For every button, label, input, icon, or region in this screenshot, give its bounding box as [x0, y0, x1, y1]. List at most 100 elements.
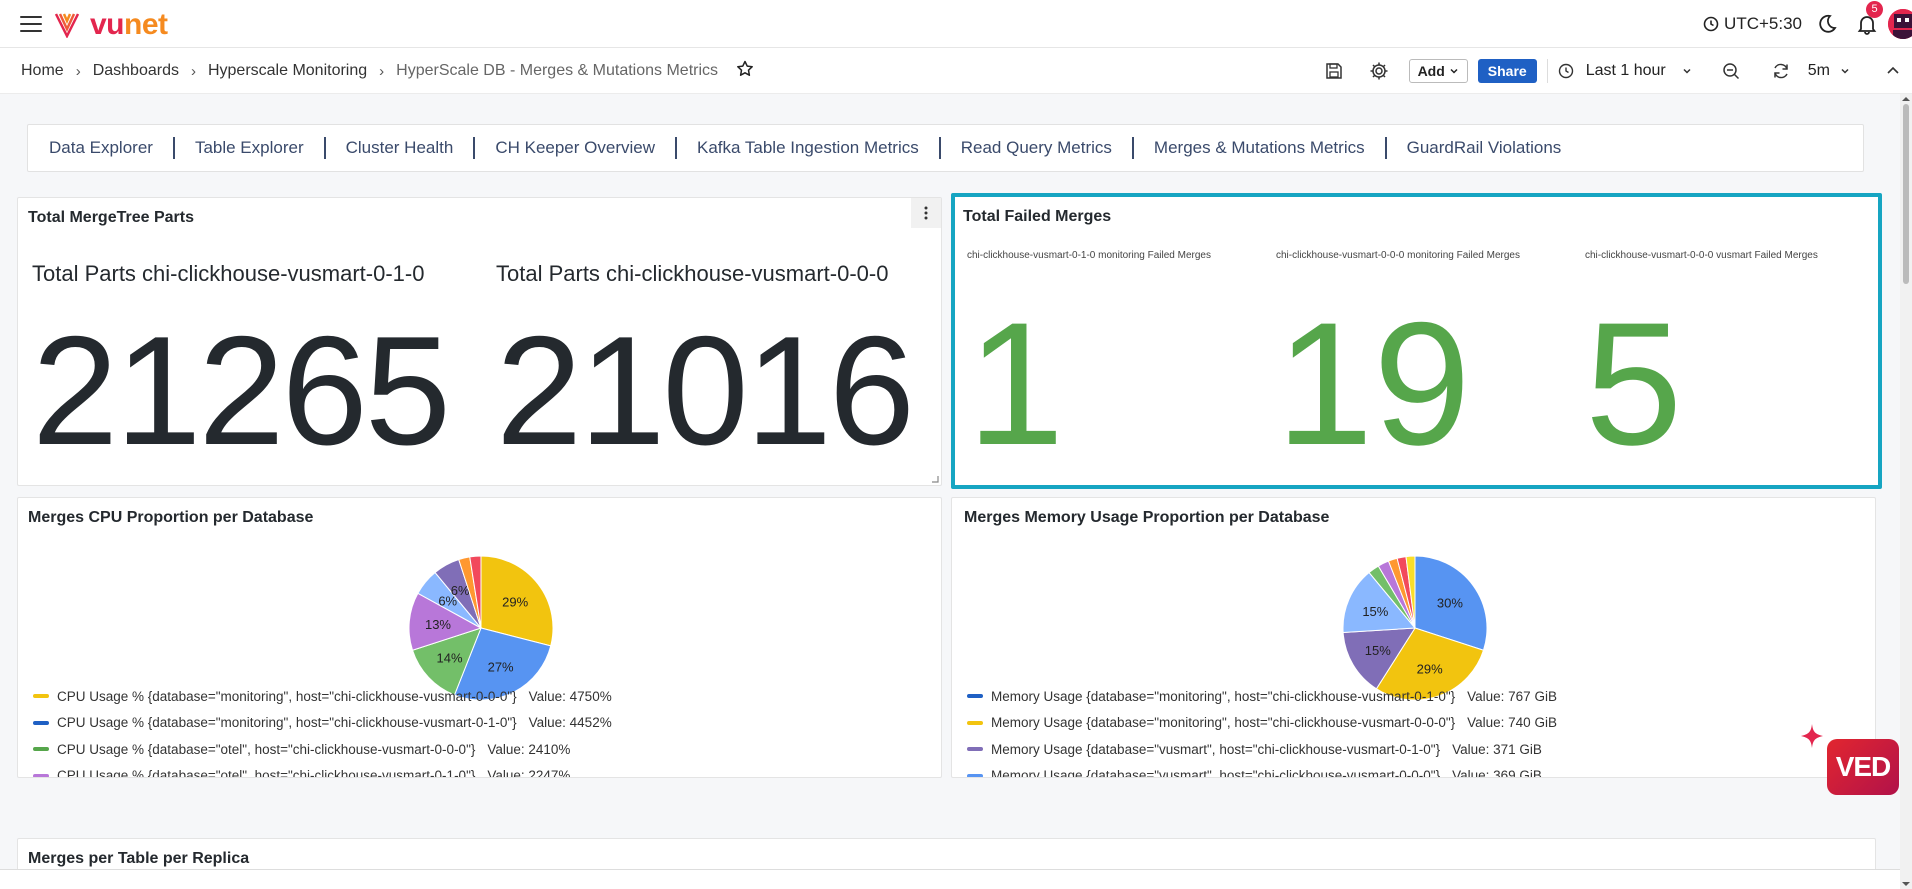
collapse-chevron-up-icon[interactable]	[1886, 64, 1900, 78]
scroll-down-arrow-icon[interactable]	[1900, 879, 1912, 889]
cpu-pie-legend: CPU Usage % {database="monitoring", host…	[33, 683, 612, 778]
top-navbar: vunet UTC+5:30 5	[0, 0, 1912, 48]
legend-item[interactable]: Memory Usage {database="vusmart", host="…	[967, 763, 1557, 778]
clock-icon	[1703, 16, 1719, 32]
tab-kafka-ingestion-metrics[interactable]: Kafka Table Ingestion Metrics	[697, 138, 919, 158]
pie-slice-label: 14%	[436, 651, 462, 666]
dashboard-links-bar: Data Explorer Table Explorer Cluster Hea…	[27, 124, 1864, 172]
timezone-display[interactable]: UTC+5:30	[1703, 14, 1802, 34]
vunet-logo[interactable]: vunet	[54, 10, 168, 40]
tab-ch-keeper-overview[interactable]: CH Keeper Overview	[495, 138, 655, 158]
breadcrumb-dashboards[interactable]: Dashboards	[93, 62, 179, 80]
stat-value: 21265	[32, 304, 451, 477]
legend-item[interactable]: Memory Usage {database="monitoring", hos…	[967, 683, 1557, 710]
legend-item[interactable]: CPU Usage % {database="monitoring", host…	[33, 683, 612, 710]
stat-value: 5	[1585, 287, 1683, 482]
share-button[interactable]: Share	[1477, 59, 1537, 83]
scrollbar-thumb[interactable]	[1903, 104, 1909, 284]
scroll-up-arrow-icon[interactable]	[1900, 94, 1912, 104]
legend-item[interactable]: Memory Usage {database="vusmart", host="…	[967, 736, 1557, 763]
add-button-label: Add	[1417, 63, 1445, 79]
breadcrumb: Home › Dashboards › Hyperscale Monitorin…	[21, 48, 754, 94]
legend-swatch	[967, 773, 983, 777]
tab-data-explorer[interactable]: Data Explorer	[49, 138, 153, 158]
stat-label: chi-clickhouse-vusmart-0-0-0 vusmart Fai…	[1585, 250, 1818, 261]
panel-title: Total MergeTree Parts	[28, 209, 194, 226]
legend-value: Value: 4750%	[528, 688, 612, 704]
panel-merges-memory-proportion[interactable]: Merges Memory Usage Proportion per Datab…	[951, 497, 1876, 778]
pie-slice-label: 29%	[502, 595, 528, 610]
legend-item[interactable]: CPU Usage % {database="monitoring", host…	[33, 710, 612, 737]
stat-value: 19	[1276, 287, 1471, 482]
zoom-out-icon[interactable]	[1722, 62, 1740, 80]
breadcrumb-home[interactable]: Home	[21, 62, 64, 80]
legend-series-name: CPU Usage % {database="otel", host="chi-…	[57, 741, 476, 757]
tab-divider	[1131, 137, 1134, 159]
stat-label: Total Parts chi-clickhouse-vusmart-0-0-0	[496, 261, 889, 286]
legend-swatch	[33, 747, 49, 752]
time-range-picker[interactable]: Last 1 hour	[1558, 62, 1692, 80]
legend-value: Value: 371 GiB	[1452, 741, 1542, 757]
vunet-logo-mark-icon	[54, 13, 80, 38]
panel-merges-cpu-proportion[interactable]: Merges CPU Proportion per Database 29% 27…	[17, 497, 942, 778]
legend-item[interactable]: CPU Usage % {database="otel", host="chi-…	[33, 736, 612, 763]
resize-handle-icon[interactable]	[931, 475, 939, 483]
tab-cluster-health[interactable]: Cluster Health	[346, 138, 454, 158]
save-dashboard-icon[interactable]	[1325, 62, 1343, 80]
star-favorite-icon[interactable]	[736, 60, 754, 83]
dashboard-header: Home › Dashboards › Hyperscale Monitorin…	[0, 48, 1912, 94]
legend-value: Value: 369 GiB	[1452, 768, 1542, 778]
panel-title: Merges per Table per Replica	[28, 850, 250, 867]
horizontal-scrollbar[interactable]	[0, 869, 1900, 879]
tab-read-query-metrics[interactable]: Read Query Metrics	[961, 138, 1112, 158]
panel-menu-icon[interactable]	[911, 198, 941, 228]
pie-slice-label: 15%	[1365, 643, 1391, 658]
legend-swatch	[33, 773, 49, 777]
legend-value: Value: 4452%	[528, 715, 612, 731]
refresh-interval-picker[interactable]: 5m	[1808, 62, 1850, 80]
breadcrumb-folder[interactable]: Hyperscale Monitoring	[208, 62, 367, 80]
time-range-label: Last 1 hour	[1585, 62, 1666, 79]
legend-swatch	[967, 720, 983, 725]
brand-name: vunet	[90, 8, 168, 41]
tab-divider	[473, 137, 476, 159]
legend-series-name: CPU Usage % {database="otel", host="chi-…	[57, 768, 476, 778]
legend-series-name: CPU Usage % {database="monitoring", host…	[57, 688, 517, 704]
vertical-scrollbar[interactable]	[1900, 94, 1912, 889]
refresh-icon[interactable]	[1772, 62, 1790, 80]
theme-toggle-moon-icon[interactable]	[1816, 13, 1838, 35]
legend-series-name: Memory Usage {database="vusmart", host="…	[991, 741, 1441, 757]
pie-slice-label: 27%	[488, 659, 514, 674]
tab-guardrail-violations[interactable]: GuardRail Violations	[1407, 138, 1562, 158]
notifications-bell-icon[interactable]: 5	[1856, 1, 1883, 35]
legend-series-name: CPU Usage % {database="monitoring", host…	[57, 715, 517, 731]
legend-item[interactable]: CPU Usage % {database="otel", host="chi-…	[33, 763, 612, 778]
legend-value: Value: 2410%	[487, 741, 571, 757]
pie-slice-label: 13%	[425, 617, 451, 632]
legend-swatch	[967, 694, 983, 699]
add-panel-button[interactable]: Add	[1408, 59, 1468, 83]
stat-value: 21016	[496, 304, 915, 477]
legend-value: Value: 740 GiB	[1467, 715, 1557, 731]
clock-icon	[1558, 63, 1573, 79]
legend-value: Value: 2247%	[487, 768, 571, 778]
tab-divider	[323, 137, 326, 159]
sparkle-icon	[1801, 724, 1823, 748]
dashboard-settings-gear-icon[interactable]	[1369, 61, 1389, 81]
stat-label: Total Parts chi-clickhouse-vusmart-0-1-0	[32, 261, 425, 286]
user-avatar[interactable]	[1888, 9, 1912, 39]
stat-label: chi-clickhouse-vusmart-0-0-0 monitoring …	[1276, 250, 1520, 261]
panel-total-failed-merges[interactable]: Total Failed Merges chi-clickhouse-vusma…	[951, 193, 1882, 489]
legend-swatch	[33, 720, 49, 725]
legend-item[interactable]: Memory Usage {database="monitoring", hos…	[967, 710, 1557, 737]
tab-table-explorer[interactable]: Table Explorer	[195, 138, 304, 158]
memory-pie-legend: Memory Usage {database="monitoring", hos…	[967, 683, 1557, 778]
tab-merges-mutations-metrics[interactable]: Merges & Mutations Metrics	[1154, 138, 1365, 158]
pie-slice-label: 15%	[1362, 604, 1388, 619]
hamburger-menu-icon[interactable]	[20, 16, 42, 32]
chevron-down-icon	[1683, 68, 1691, 74]
legend-series-name: Memory Usage {database="vusmart", host="…	[991, 768, 1441, 778]
panel-total-mergetree-parts[interactable]: Total MergeTree Parts Total Parts chi-cl…	[17, 197, 942, 486]
stat-value: 1	[967, 287, 1065, 482]
ved-assistant-button[interactable]: VED	[1827, 739, 1899, 795]
